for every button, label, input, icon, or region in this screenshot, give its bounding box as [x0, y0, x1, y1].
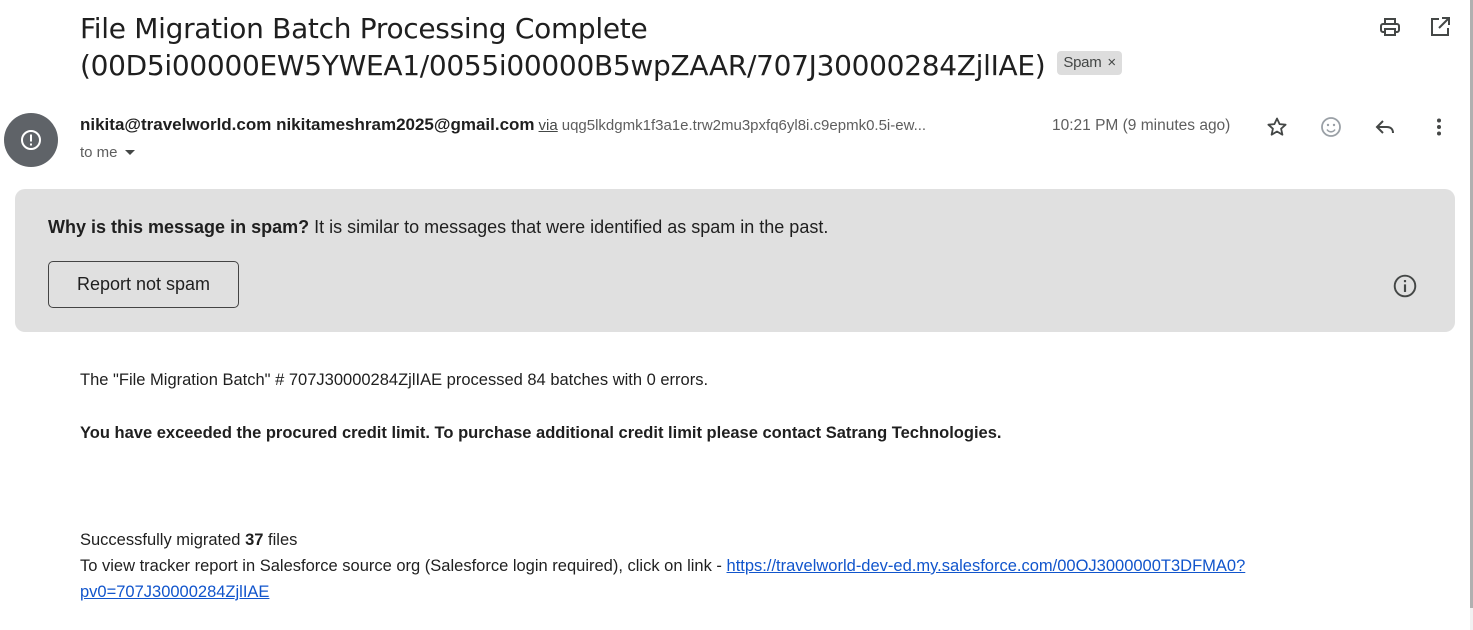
migrated-count: 37 — [245, 531, 264, 549]
remove-label-button[interactable]: × — [1107, 53, 1116, 73]
spam-question: Why is this message in spam? — [48, 217, 310, 237]
via-address: uqg5lkdgmk1f3a1e.trw2mu3pxfq6yl8i.c9epmk… — [561, 117, 927, 134]
add-reaction-button[interactable] — [1318, 114, 1344, 140]
reply-button[interactable] — [1372, 114, 1398, 140]
more-options-button[interactable] — [1426, 114, 1452, 140]
sender-name[interactable]: nikita@travelworld.com nikitameshram2025… — [80, 115, 535, 134]
top-toolbar — [1377, 14, 1453, 40]
migrated-files-summary: Successfully migrated 37 files — [80, 527, 297, 553]
spam-label-text: Spam — [1063, 54, 1102, 71]
batch-status-text: The "File Migration Batch" # 707J3000028… — [80, 371, 709, 389]
email-subject: File Migration Batch Processing Complete… — [80, 10, 1260, 84]
tracker-report-text: To view tracker report in Salesforce sou… — [80, 553, 1390, 605]
spam-explanation: It is similar to messages that were iden… — [309, 217, 829, 237]
star-icon — [1267, 117, 1287, 136]
subject-line-2: (00D5i00000EW5YWEA1/0055i00000B5wpZAAR/7… — [80, 47, 1260, 84]
chevron-down-icon — [124, 149, 135, 155]
migrated-prefix: Successfully migrated — [80, 531, 246, 549]
spam-notice-banner: Why is this message in spam? It is simil… — [15, 189, 1455, 332]
info-icon — [1393, 274, 1417, 298]
open-in-new-window-button[interactable] — [1427, 14, 1453, 40]
emoji-reaction-icon — [1321, 117, 1341, 137]
tracker-instructions: To view tracker report in Salesforce sou… — [80, 557, 727, 575]
recipient-details-toggle[interactable]: to me — [80, 144, 136, 161]
spam-reason: Why is this message in spam? It is simil… — [48, 217, 828, 238]
spam-info-button[interactable] — [1392, 273, 1418, 304]
recipient-label: to me — [80, 144, 118, 161]
sender-avatar[interactable] — [4, 113, 58, 167]
sender-line: nikita@travelworld.com nikitameshram2025… — [80, 115, 926, 135]
report-not-spam-button[interactable]: Report not spam — [48, 261, 239, 308]
print-button[interactable] — [1377, 14, 1403, 40]
email-timestamp: 10:21 PM (9 minutes ago) — [1052, 117, 1231, 134]
message-actions — [1264, 114, 1452, 140]
spam-label-chip[interactable]: Spam × — [1057, 51, 1122, 75]
star-button[interactable] — [1264, 114, 1290, 140]
via-link[interactable]: via — [539, 117, 558, 134]
open-in-new-window-icon — [1431, 17, 1450, 36]
credit-limit-warning: You have exceeded the procured credit li… — [80, 424, 1002, 442]
subject-line-1: File Migration Batch Processing Complete — [80, 12, 648, 45]
spam-warning-icon — [21, 130, 41, 150]
print-icon — [1380, 18, 1400, 36]
migrated-suffix: files — [263, 531, 298, 549]
subject-line-2-text: (00D5i00000EW5YWEA1/0055i00000B5wpZAAR/7… — [80, 49, 1046, 82]
more-options-icon — [1437, 118, 1441, 136]
reply-icon — [1375, 120, 1394, 134]
